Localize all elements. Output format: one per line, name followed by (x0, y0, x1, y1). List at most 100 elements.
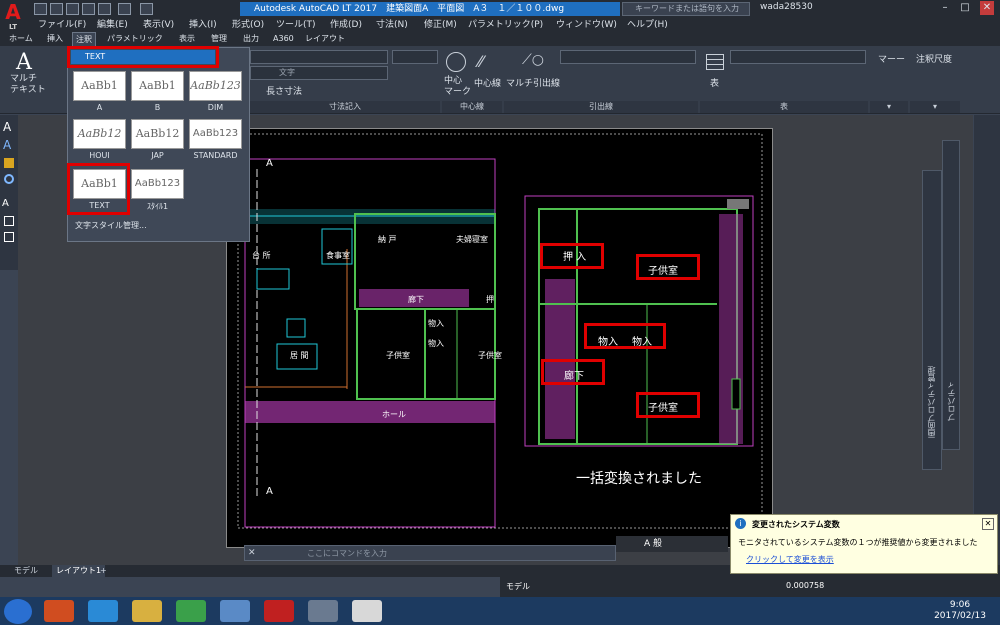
text-tool-icon[interactable]: A (3, 120, 11, 134)
media-player-icon[interactable] (44, 600, 74, 622)
autocad-taskbar-icon[interactable] (352, 600, 382, 622)
menu-window[interactable]: ウィンドウ(W) (556, 18, 617, 32)
tab-home[interactable]: ホーム (6, 32, 36, 46)
add-layout-icon[interactable]: + (96, 565, 111, 577)
table-panel-title[interactable]: 表 (700, 101, 868, 113)
multiline-text-icon[interactable]: A (16, 50, 32, 75)
tab-layout[interactable]: レイアウト (302, 32, 348, 46)
command-input[interactable]: ここにコマンドを入力 (307, 548, 387, 559)
plan-label: 廊下 (408, 295, 424, 304)
notification-close-icon[interactable]: ✕ (982, 518, 994, 530)
text-tool-alt-icon[interactable]: A (3, 138, 11, 152)
print-icon[interactable] (98, 3, 111, 15)
table-button[interactable]: 表 (710, 76, 719, 89)
center-mark-button[interactable]: 中心 マーク (444, 76, 471, 98)
tab-view[interactable]: 表示 (176, 32, 198, 46)
ime-toolbar[interactable]: A 般 (616, 536, 728, 552)
close-icon[interactable]: ✕ (980, 1, 994, 15)
text-style-tile[interactable]: AaBb12 (131, 119, 184, 149)
save-as-icon[interactable] (82, 3, 95, 15)
user-name[interactable]: wada28530 (760, 2, 813, 12)
text-frame-icon[interactable] (4, 216, 14, 226)
menu-dimension[interactable]: 寸法(N) (376, 18, 408, 32)
model-space-toggle[interactable]: モデル (506, 581, 530, 592)
markup-label[interactable]: マーー (878, 52, 905, 65)
paint-icon[interactable] (308, 600, 338, 622)
redo-icon[interactable] (140, 3, 153, 15)
mail-icon[interactable] (220, 600, 250, 622)
start-button[interactable] (4, 599, 32, 624)
save-icon[interactable] (66, 3, 79, 15)
internet-explorer-icon[interactable] (88, 600, 118, 622)
maximize-icon[interactable]: □ (958, 1, 972, 15)
text-style-tile[interactable]: AaBb123 (189, 71, 242, 101)
menu-modify[interactable]: 修正(M) (424, 18, 457, 32)
layer-dropdown[interactable] (250, 50, 388, 64)
notification-link[interactable]: クリックして変更を表示 (746, 554, 834, 565)
manage-text-styles-link[interactable]: 文字スタイル管理... (75, 220, 147, 231)
centerline-icon[interactable]: ⁄⁄ (478, 52, 498, 72)
linear-dimension-button[interactable]: 長さ寸法 (266, 84, 302, 97)
table-icon[interactable] (706, 54, 724, 70)
pencil-icon[interactable] (4, 158, 14, 168)
tab-parametric[interactable]: パラメトリック (104, 32, 166, 46)
keyword-search-input[interactable]: キーワードまたは語句を入力 (622, 2, 750, 16)
table-style-dropdown[interactable] (730, 50, 866, 64)
center-mark-icon[interactable] (446, 52, 466, 72)
multileader-button[interactable]: マルチ引出線 (506, 76, 560, 89)
scale-readout[interactable]: 0.000758 (786, 581, 824, 590)
plan-label-right: 押 入 (563, 252, 587, 263)
dimension-panel-title[interactable]: 寸法記入 (250, 101, 440, 113)
new-file-icon[interactable] (34, 3, 47, 15)
menu-help[interactable]: ヘルプ(H) (627, 18, 668, 32)
text-edit-icon[interactable]: A (2, 198, 9, 209)
menu-tools[interactable]: ツール(T) (276, 18, 316, 32)
application-menu-button[interactable]: A LT (0, 0, 26, 32)
menu-draw[interactable]: 作成(D) (330, 18, 362, 32)
tab-output[interactable]: 出力 (240, 32, 262, 46)
minimize-icon[interactable]: – (938, 1, 952, 15)
text-align-icon[interactable] (4, 232, 14, 242)
text-style-name: TEXT (89, 201, 110, 210)
text-style-tile[interactable]: AaBb123 (131, 169, 184, 199)
logo-sub: LT (8, 23, 18, 31)
menu-insert[interactable]: 挿入(I) (189, 18, 217, 32)
command-line (244, 545, 616, 561)
tab-insert[interactable]: 挿入 (44, 32, 66, 46)
dim-style-dropdown[interactable] (392, 50, 438, 64)
mleader-style-dropdown[interactable] (560, 50, 696, 64)
plan-label: 食事室 (326, 251, 350, 260)
markup-panel-title[interactable]: ▾ (870, 101, 908, 113)
tab-annotate[interactable]: 注釈 (72, 32, 96, 46)
undo-icon[interactable] (118, 3, 131, 15)
menu-parametric[interactable]: パラメトリック(P) (468, 18, 543, 32)
system-clock[interactable]: 9:06 2017/02/13 (925, 600, 995, 622)
chrome-icon[interactable] (176, 600, 206, 622)
multiline-text-label[interactable]: マルチ テキスト (10, 74, 46, 96)
text-style-tile[interactable]: AaBb1 (131, 71, 184, 101)
find-icon[interactable] (4, 174, 14, 184)
annoscale-panel-title[interactable]: ▾ (910, 101, 960, 113)
open-file-icon[interactable] (50, 3, 63, 15)
tab-model[interactable]: モデル (10, 565, 42, 577)
current-text-style-dropdown[interactable]: TEXT (71, 50, 215, 64)
centerline-panel-title[interactable]: 中心線 (442, 101, 502, 113)
menu-file[interactable]: ファイル(F) (38, 18, 86, 32)
text-style-tile-selected[interactable]: AaBb1 (73, 169, 126, 199)
leader-panel-title[interactable]: 引出線 (504, 101, 698, 113)
tab-a360[interactable]: A360 (270, 32, 297, 46)
multileader-icon[interactable]: ⟋○ (522, 52, 544, 68)
text-layer-dropdown[interactable]: 文字 (250, 66, 388, 80)
tab-manage[interactable]: 管理 (208, 32, 230, 46)
annotation-scale-label[interactable]: 注釈尺度 (916, 52, 952, 65)
app-icon-psp[interactable] (264, 600, 294, 622)
centerline-button[interactable]: 中心線 (474, 76, 501, 89)
explorer-icon[interactable] (132, 600, 162, 622)
text-style-tile[interactable]: AaBb1 (73, 71, 126, 101)
menu-format[interactable]: 形式(O) (232, 18, 264, 32)
command-close-icon[interactable]: ✕ (248, 548, 256, 558)
menu-edit[interactable]: 編集(E) (97, 18, 128, 32)
menu-view[interactable]: 表示(V) (143, 18, 174, 32)
text-style-tile[interactable]: AaBb123 (189, 119, 242, 149)
text-style-tile[interactable]: AaBb12 (73, 119, 126, 149)
